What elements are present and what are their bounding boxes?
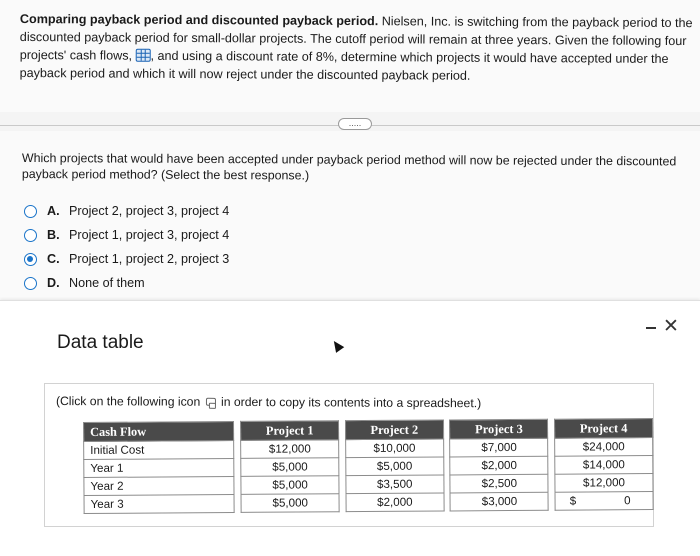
close-icon[interactable]: ✕ xyxy=(663,317,679,337)
table-cell: $2,000 xyxy=(450,456,549,475)
table-cell: $5,000 xyxy=(345,456,444,476)
row-label: Year 1 xyxy=(83,458,235,478)
option-c[interactable]: C. Project 1, project 2, project 3 xyxy=(24,250,229,268)
table-cell: $24,000 xyxy=(554,437,653,457)
option-label: None of them xyxy=(69,276,145,290)
copy-hint: (Click on the following icon in order to… xyxy=(56,394,481,410)
table-cell: $5,000 xyxy=(240,457,339,477)
column-header: Cash Flow xyxy=(83,421,235,442)
hint-text-1: (Click on the following icon xyxy=(55,394,204,409)
table-cell: $12,000 xyxy=(554,473,653,493)
table-cell: $3,000 xyxy=(450,492,549,511)
option-b[interactable]: B. Project 1, project 3, project 4 xyxy=(24,226,229,244)
option-a[interactable]: A. Project 2, project 3, project 4 xyxy=(24,202,229,220)
column-header: Project 4 xyxy=(554,418,653,439)
row-label: Initial Cost xyxy=(83,440,235,460)
option-letter: D. xyxy=(47,276,60,290)
radio-button[interactable] xyxy=(24,228,37,242)
data-table-icon[interactable] xyxy=(135,48,151,62)
table-cell: $10,000 xyxy=(345,438,444,458)
question-text: Which projects that would have been acce… xyxy=(21,150,677,183)
minimize-icon[interactable] xyxy=(646,327,656,329)
table-cell: $5,000 xyxy=(241,475,340,495)
option-label: Project 1, project 3, project 4 xyxy=(69,228,230,242)
currency-symbol: $ xyxy=(569,494,577,508)
expand-more-button[interactable]: ..... xyxy=(338,118,372,130)
table-cell: $5,000 xyxy=(241,493,340,513)
table-cell: $7,000 xyxy=(450,438,549,457)
problem-text: Comparing payback period and discounted … xyxy=(20,10,696,86)
radio-button[interactable] xyxy=(24,276,37,290)
copy-icon[interactable] xyxy=(205,397,216,406)
dialog-title: Data table xyxy=(57,332,144,353)
column-header: Project 3 xyxy=(449,419,548,439)
option-letter: C. xyxy=(47,252,60,266)
row-label: Year 3 xyxy=(84,494,235,514)
table-cell: $0 xyxy=(555,491,654,511)
hint-text-2: in order to copy its contents into a spr… xyxy=(217,394,482,411)
column-header: Project 1 xyxy=(240,420,339,441)
table-cell: $2,500 xyxy=(450,474,549,493)
option-label: Project 1, project 2, project 3 xyxy=(69,252,230,266)
mouse-cursor-icon xyxy=(329,338,345,353)
option-letter: A. xyxy=(47,204,60,218)
radio-button-selected[interactable] xyxy=(24,252,37,266)
option-letter: B. xyxy=(47,228,60,242)
table-row: Year 3 $5,000 $2,000 $3,000 $0 xyxy=(84,491,654,514)
data-table-panel: (Click on the following icon in order to… xyxy=(44,383,654,527)
table-cell: $2,000 xyxy=(345,492,444,512)
problem-statement: Comparing payback period and discounted … xyxy=(0,0,700,112)
table-cell: $14,000 xyxy=(554,455,653,475)
data-table-dialog: Data table ✕ (Click on the following ico… xyxy=(0,300,700,556)
column-header: Project 2 xyxy=(345,419,444,440)
table-cell: $3,500 xyxy=(345,474,444,494)
option-d[interactable]: D. None of them xyxy=(24,274,145,292)
cell-value: 0 xyxy=(624,494,631,508)
table-cell: $12,000 xyxy=(240,439,339,459)
radio-button[interactable] xyxy=(24,204,37,218)
problem-title: Comparing payback period and discounted … xyxy=(19,11,379,29)
row-label: Year 2 xyxy=(83,476,235,496)
option-label: Project 2, project 3, project 4 xyxy=(69,204,230,218)
cash-flow-table: Cash Flow Project 1 Project 2 Project 3 … xyxy=(83,418,654,514)
